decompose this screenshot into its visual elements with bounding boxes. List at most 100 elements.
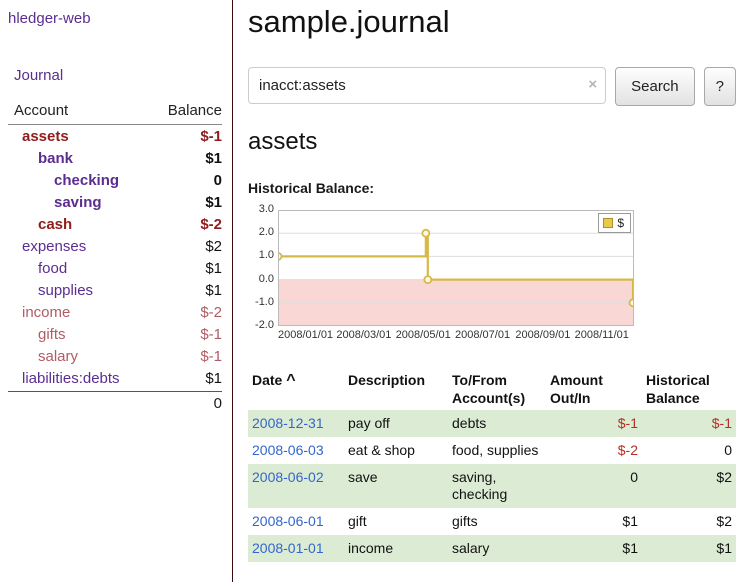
column-header-description: Description — [344, 368, 448, 410]
account-link-expenses[interactable]: expenses — [22, 238, 86, 255]
account-balance: $-2 — [200, 304, 222, 321]
account-link-bank[interactable]: bank — [38, 150, 73, 167]
transaction-description: gift — [344, 508, 448, 535]
account-balance: 0 — [214, 172, 222, 189]
register-row: 2008-12-31pay offdebts$-1$-1 — [248, 410, 736, 437]
accounts-total-row: 0 — [8, 391, 222, 412]
accounts-table-header: Account Balance — [8, 98, 222, 125]
column-header-accounts: To/From Account(s) — [448, 368, 546, 410]
y-axis-label: -1.0 — [248, 296, 274, 308]
account-row: gifts $-1 — [8, 323, 222, 345]
sidebar: hledger-web Journal Account Balance asse… — [0, 0, 233, 582]
chart-title: Historical Balance: — [248, 180, 736, 196]
account-balance: $1 — [205, 282, 222, 299]
account-link-salary[interactable]: salary — [38, 348, 78, 365]
account-link-income[interactable]: income — [22, 304, 70, 321]
accounts-header-balance: Balance — [168, 102, 222, 119]
account-balance: $1 — [205, 150, 222, 167]
nav-journal-link[interactable]: Journal — [14, 67, 224, 84]
y-axis-label: 1.0 — [248, 249, 274, 261]
register-row: 2008-06-03 eat & shopfood, supplies$-20 — [248, 437, 736, 464]
transaction-balance: $2 — [642, 464, 736, 508]
chart-plot-area: $ — [278, 210, 634, 326]
account-link-cash[interactable]: cash — [38, 216, 72, 233]
column-header-date[interactable]: Date ^ — [248, 368, 344, 410]
transaction-amount: $-2 — [546, 437, 642, 464]
legend-swatch — [603, 218, 613, 228]
chart-x-axis: 2008/01/012008/03/012008/05/012008/07/01… — [248, 329, 640, 343]
transaction-balance: $2 — [642, 508, 736, 535]
x-axis-label: 2008/01/01 — [278, 329, 333, 341]
transaction-balance: $1 — [642, 535, 736, 562]
transaction-accounts: salary — [448, 535, 546, 562]
account-row: supplies $1 — [8, 279, 222, 301]
account-balance: $-1 — [200, 128, 222, 145]
transaction-description: income — [344, 535, 448, 562]
register-row: 2008-06-02 savesaving, checking0$2 — [248, 464, 736, 508]
account-link-assets[interactable]: assets — [22, 128, 69, 145]
transaction-accounts: gifts — [448, 508, 546, 535]
x-axis-label: 2008/09/01 — [515, 329, 570, 341]
transaction-description: eat & shop — [344, 437, 448, 464]
account-balance: $-1 — [200, 326, 222, 343]
account-link-saving[interactable]: saving — [54, 194, 102, 211]
account-row: salary$-1 — [8, 345, 222, 367]
accounts-total-value: 0 — [214, 395, 222, 412]
transaction-date-cell: 2008-12-31 — [248, 410, 344, 437]
search-button[interactable]: Search — [615, 67, 695, 106]
transaction-description: pay off — [344, 410, 448, 437]
transaction-date-link[interactable]: 2008-06-02 — [252, 469, 324, 485]
transaction-date-cell: 2008-06-03 — [248, 437, 344, 464]
account-link-supplies[interactable]: supplies — [38, 282, 93, 299]
account-balance: $1 — [205, 370, 222, 387]
account-row: liabilities:debts $1 — [8, 367, 222, 389]
accounts-list: assets$-1bank$1checking0saving$1cash$-2e… — [8, 125, 222, 389]
transaction-description: save — [344, 464, 448, 508]
transaction-date-cell: 2008-06-01 — [248, 508, 344, 535]
account-row: bank $1 — [8, 147, 222, 169]
x-axis-label: 2008/07/01 — [455, 329, 510, 341]
legend-label: $ — [617, 216, 624, 230]
x-axis-label: 2008/05/01 — [396, 329, 451, 341]
transaction-date-link[interactable]: 2008-01-01 — [252, 540, 324, 556]
transaction-date-cell: 2008-06-02 — [248, 464, 344, 508]
transaction-date-cell: 2008-01-01 — [248, 535, 344, 562]
transaction-accounts: food, supplies — [448, 437, 546, 464]
account-link-liabilities-debts[interactable]: liabilities:debts — [22, 370, 120, 387]
transaction-balance: 0 — [642, 437, 736, 464]
transaction-accounts: saving, checking — [448, 464, 546, 508]
y-axis-label: 2.0 — [248, 226, 274, 238]
transaction-amount: 0 — [546, 464, 642, 508]
accounts-table: Account Balance assets $-1 bank $1 checking 0… — [8, 98, 222, 412]
column-header-amount: Amount Out/In — [546, 368, 642, 410]
y-axis-label: 0.0 — [248, 273, 274, 285]
historical-balance-chart: 3.02.01.00.0-1.0-2.0 $ 2008/01/012008/03… — [248, 204, 640, 348]
register-table: Date ^ Description To/From Account(s) Am… — [248, 368, 736, 562]
transaction-amount: $1 — [546, 508, 642, 535]
account-balance: $1 — [205, 260, 222, 277]
transaction-date-link[interactable]: 2008-12-31 — [252, 415, 324, 431]
app-title-link[interactable]: hledger-web — [8, 10, 224, 27]
register-row: 2008-01-01incomesalary$1$1 — [248, 535, 736, 562]
date-header-label: Date — [252, 372, 282, 388]
main-content: sample.journal × Search ? assets Histori… — [234, 0, 742, 582]
x-axis-label: 2008/11/01 — [575, 329, 629, 341]
transaction-accounts: debts — [448, 410, 546, 437]
y-axis-label: 3.0 — [248, 203, 274, 215]
register-row: 2008-06-01 giftgifts$1$2 — [248, 508, 736, 535]
sort-ascending-icon: ^ — [286, 372, 295, 389]
clear-search-icon[interactable]: × — [588, 77, 597, 92]
account-row: food $1 — [8, 257, 222, 279]
help-button[interactable]: ? — [704, 67, 736, 106]
chart-canvas — [278, 210, 634, 326]
transaction-date-link[interactable]: 2008-06-03 — [252, 442, 324, 458]
transaction-date-link[interactable]: 2008-06-01 — [252, 513, 324, 529]
account-link-gifts[interactable]: gifts — [38, 326, 66, 343]
search-bar: × Search ? — [248, 67, 736, 106]
account-row: assets $-1 — [8, 125, 222, 147]
accounts-header-account: Account — [14, 102, 68, 119]
account-row: saving$1 — [8, 191, 222, 213]
account-link-checking[interactable]: checking — [54, 172, 119, 189]
account-link-food[interactable]: food — [38, 260, 67, 277]
search-input[interactable] — [248, 67, 606, 104]
